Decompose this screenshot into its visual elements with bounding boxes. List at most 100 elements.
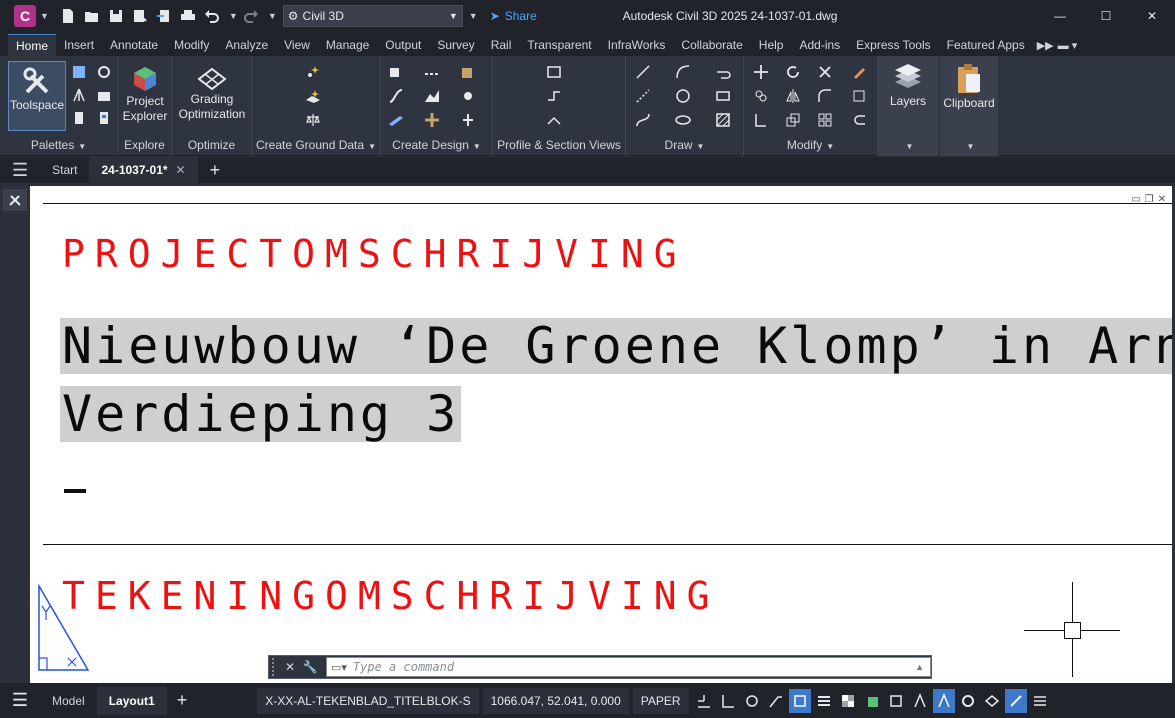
corridor-icon[interactable] [385, 110, 407, 130]
pipe-network-icon[interactable] [457, 86, 479, 106]
auto-scale-icon[interactable] [932, 688, 955, 713]
import-icon[interactable] [153, 5, 175, 27]
grading-optimization-button[interactable]: Grading Optimization [174, 66, 250, 122]
undo-dropdown-icon[interactable]: ▼ [229, 11, 238, 21]
mirror-icon[interactable] [782, 86, 804, 106]
workspace-select[interactable]: ⚙ Civil 3D ▼ [282, 5, 463, 27]
tab-annotate[interactable]: Annotate [102, 34, 166, 56]
ortho-icon[interactable] [717, 689, 739, 713]
explode-icon[interactable] [848, 86, 870, 106]
transparency-icon[interactable] [837, 689, 859, 713]
tab-output[interactable]: Output [377, 34, 429, 56]
assembly-icon[interactable] [457, 110, 479, 130]
tab-drawing[interactable]: 24-1037-01* ✕ [89, 157, 198, 183]
grid-snap-icon[interactable] [693, 689, 715, 713]
clipboard-expand[interactable]: ▼ [940, 138, 997, 154]
section-views-icon[interactable] [543, 110, 565, 130]
parcel-icon[interactable] [385, 62, 407, 82]
surfaces-icon[interactable] [302, 86, 324, 106]
command-prompt-icon[interactable]: ▭▾ [331, 661, 347, 674]
create-ground-data-label[interactable]: Create Ground Data ▼ [252, 138, 380, 154]
settings-icon[interactable] [93, 62, 115, 82]
new-tab-button[interactable]: + [198, 160, 233, 181]
draw-label[interactable]: Draw ▼ [626, 138, 743, 154]
arc-icon[interactable] [672, 62, 694, 82]
points-icon[interactable] [302, 62, 324, 82]
new-layout-button[interactable]: + [167, 690, 198, 711]
tab-infraworks[interactable]: InfraWorks [600, 34, 674, 56]
drawing-canvas[interactable]: ▭ ❐ ✕ PROJECTOMSCHRIJVING Nieuwbouw ‘De … [30, 186, 1172, 683]
profile-view-icon[interactable] [543, 62, 565, 82]
open-folder-icon[interactable] [81, 5, 103, 27]
isolate-objects-icon[interactable] [981, 689, 1003, 713]
tab-model[interactable]: Model [40, 687, 97, 715]
tab-manage[interactable]: Manage [318, 34, 377, 56]
construction-line-icon[interactable] [632, 86, 654, 106]
circle-icon[interactable] [672, 86, 694, 106]
maximize-button[interactable]: ☐ [1083, 0, 1129, 32]
tab-featured-apps[interactable]: Featured Apps [939, 34, 1033, 56]
prospector-icon[interactable] [68, 62, 90, 82]
save-icon[interactable] [105, 5, 127, 27]
tab-modify[interactable]: Modify [166, 34, 217, 56]
drag-handle[interactable] [272, 658, 280, 676]
hamburger-menu-icon[interactable]: ☰ [0, 157, 40, 183]
offset-icon[interactable] [848, 110, 870, 130]
tab-express-tools[interactable]: Express Tools [848, 34, 938, 56]
ellipse-icon[interactable] [672, 110, 694, 130]
coordinate-readout[interactable]: 1066.047, 52.041, 0.000 [482, 687, 629, 714]
tab-add-ins[interactable]: Add-ins [791, 34, 848, 56]
traverse-icon[interactable] [302, 110, 324, 130]
move-icon[interactable] [750, 62, 772, 82]
redo-icon[interactable] [240, 5, 262, 27]
rectangle-icon[interactable] [712, 86, 734, 106]
line-icon[interactable] [632, 62, 654, 82]
modify-label[interactable]: Modify ▼ [744, 138, 877, 154]
grading-icon[interactable] [457, 62, 479, 82]
project-explorer-button[interactable]: Project Explorer [120, 64, 170, 124]
tab-rail[interactable]: Rail [483, 34, 520, 56]
lineweight-icon[interactable] [813, 689, 835, 713]
survey-palette-icon[interactable] [68, 85, 90, 105]
clipboard-button[interactable]: Clipboard [942, 62, 996, 111]
isodraft-icon[interactable] [765, 689, 787, 713]
chevron-up-icon[interactable]: ▲ [915, 662, 924, 672]
layers-button[interactable]: Layers [882, 62, 934, 109]
toolspace-button[interactable]: Toolspace [8, 61, 66, 131]
tab-view[interactable]: View [276, 34, 318, 56]
command-input[interactable]: ▭▾ Type a command ▲ [326, 657, 931, 677]
new-file-icon[interactable] [57, 5, 79, 27]
array-icon[interactable] [814, 110, 836, 130]
tab-start[interactable]: Start [40, 157, 89, 183]
tab-insert[interactable]: Insert [56, 34, 102, 56]
tab-survey[interactable]: Survey [429, 34, 482, 56]
annotation-visibility-icon[interactable] [885, 689, 907, 713]
close-icon[interactable]: ✕ [176, 163, 186, 177]
undo-icon[interactable] [201, 5, 223, 27]
intersection-icon[interactable] [421, 110, 443, 130]
tab-analyze[interactable]: Analyze [217, 34, 276, 56]
selection-cycling-icon[interactable] [861, 689, 883, 713]
tab-layout1[interactable]: Layout1 [96, 686, 167, 715]
close-button[interactable]: ✕ [1129, 0, 1175, 32]
scale-icon[interactable] [782, 110, 804, 130]
sample-lines-icon[interactable] [543, 86, 565, 106]
rotate-icon[interactable] [782, 62, 804, 82]
annotation-scale-icon[interactable] [909, 689, 931, 713]
tools-icon[interactable] [3, 189, 27, 211]
customize-qat-icon[interactable]: ▼ [469, 11, 478, 21]
properties-icon[interactable] [68, 108, 90, 128]
copy-icon[interactable] [750, 86, 772, 106]
toolbox-icon[interactable] [93, 85, 115, 105]
tab-home[interactable]: Home [8, 34, 57, 56]
print-icon[interactable] [177, 5, 199, 27]
wrench-icon[interactable]: 🔧 [300, 657, 320, 677]
tab-help[interactable]: Help [751, 34, 792, 56]
paper-space-toggle[interactable]: PAPER [632, 687, 689, 714]
polar-tracking-icon[interactable] [741, 689, 763, 713]
profile-icon[interactable] [421, 86, 443, 106]
close-icon[interactable]: ✕ [280, 657, 300, 677]
trim-icon[interactable] [814, 62, 836, 82]
chevron-down-icon[interactable]: ▼ [40, 11, 49, 21]
erase-icon[interactable] [848, 62, 870, 82]
